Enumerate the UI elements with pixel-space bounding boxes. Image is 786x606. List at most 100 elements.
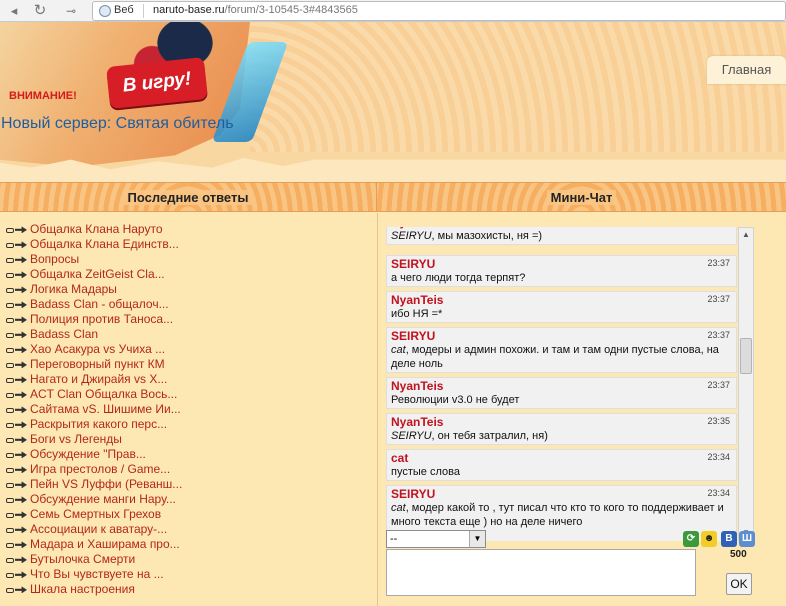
message-addressee: SEIRYU [391, 230, 432, 242]
reply-item: Переговорный пункт КМ [6, 357, 182, 372]
reply-topic-link[interactable]: Боги vs Легенды [30, 432, 122, 446]
latest-replies-title: Последние ответы [123, 190, 253, 205]
reply-topic-link[interactable]: Переговорный пункт КМ [30, 357, 165, 371]
reply-item: Обсуждение "Прав... [6, 447, 182, 462]
reply-topic-link[interactable]: Общалка ZeitGeist Cla... [30, 267, 165, 281]
message-text: cat, модер какой то , тут писал что кто … [391, 501, 732, 529]
message-input[interactable] [386, 549, 696, 596]
new-server-link[interactable]: Новый сервер: Святая обитель [1, 115, 234, 133]
reply-item: Что Вы чувствуете на ... [6, 567, 182, 582]
arrow-bullet-icon [6, 360, 30, 369]
tab-home[interactable]: Главная [707, 56, 786, 84]
banner-pattern [250, 22, 786, 152]
message-body: , модер какой то , тут писал что кто то … [391, 502, 724, 528]
message-body: Революции v3.0 не будет [391, 394, 520, 406]
reply-topic-link[interactable]: Вопросы [30, 252, 79, 266]
url-text[interactable]: naruto-base.ru/forum/3-10545-3#4843565 [153, 4, 358, 16]
globe-icon [99, 5, 111, 17]
message-body: а чего люди тогда терпят? [391, 272, 526, 284]
arrow-bullet-icon [6, 555, 30, 564]
message-text: ибо НЯ =* [391, 307, 732, 321]
reply-topic-link[interactable]: Нагато и Джирайя vs Х... [30, 372, 167, 386]
chat-scrollbar[interactable]: ▲ ▼ [738, 227, 754, 541]
reply-item: Badass Clan - общалоч... [6, 297, 182, 312]
reply-topic-link[interactable]: Обсуждение "Прав... [30, 447, 146, 461]
latest-replies-list: Общалка Клана Наруто Общалка Клана Единст… [6, 222, 182, 597]
reply-topic-link[interactable]: ACT Clan Общалка Вось... [30, 387, 177, 401]
arrow-bullet-icon [6, 270, 30, 279]
reply-topic-link[interactable]: Полиция против Таноса... [30, 312, 173, 326]
reply-item: ACT Clan Общалка Вось... [6, 387, 182, 402]
char-counter: 500 [730, 549, 747, 560]
arrow-bullet-icon [6, 315, 30, 324]
reply-topic-link[interactable]: Что Вы чувствуете на ... [30, 567, 164, 581]
reload-icon[interactable]: ↻ [32, 3, 48, 19]
reply-topic-link[interactable]: Логика Мадары [30, 282, 117, 296]
reply-item: Общалка Клана Наруто [6, 222, 182, 237]
scroll-up-icon[interactable]: ▲ [739, 228, 753, 242]
arrow-bullet-icon [6, 375, 30, 384]
chat-message: SEIRYU 23:37 cat, модеры и админ похожи. и… [386, 327, 737, 373]
reply-item: Badass Clan [6, 327, 182, 342]
arrow-bullet-icon [6, 525, 30, 534]
reply-topic-link[interactable]: Ассоциации к аватару-... [30, 522, 167, 536]
chevron-down-icon[interactable]: ▼ [469, 531, 485, 547]
chat-message: SEIRYU 23:37 а чего люди тогда терпят? [386, 255, 737, 287]
scheme-label: Веб [114, 4, 134, 16]
message-author[interactable]: SEIRYU [391, 329, 732, 343]
arrow-bullet-icon [6, 390, 30, 399]
reply-topic-link[interactable]: Семь Смертных Грехов [30, 507, 161, 521]
message-text: а чего люди тогда терпят? [391, 271, 732, 285]
settings-icon[interactable]: Ш [739, 531, 755, 547]
reply-topic-link[interactable]: Общалка Клана Наруто [30, 222, 163, 236]
browser-toolbar: ◂ ↻ ⊸ Веб naruto-base.ru/forum/3-10545-3… [0, 0, 786, 22]
message-text: Революции v3.0 не будет [391, 393, 732, 407]
arrow-bullet-icon [6, 255, 30, 264]
message-text: cat, модеры и админ похожи. и там и там … [391, 343, 732, 371]
arrow-bullet-icon [6, 240, 30, 249]
refresh-icon[interactable]: ⟳ [683, 531, 699, 547]
message-author[interactable]: NyanTeis [391, 293, 732, 307]
message-text: SEIRYU, он тебя затралил, ня) [391, 429, 732, 443]
reply-item: Хао Асакура vs Учиха ... [6, 342, 182, 357]
scroll-thumb[interactable] [740, 338, 752, 374]
reply-topic-link[interactable]: Обсуждение манги Нару... [30, 492, 176, 506]
message-author[interactable]: SEIRYU [391, 257, 732, 271]
key-icon[interactable]: ⊸ [60, 3, 82, 19]
reply-topic-link[interactable]: Общалка Клана Единств... [30, 237, 179, 251]
message-author[interactable]: cat [391, 451, 732, 465]
reply-topic-link[interactable]: Badass Clan - общалоч... [30, 297, 169, 311]
message-author[interactable]: SEIRYU [391, 487, 732, 501]
reply-topic-link[interactable]: Badass Clan [30, 327, 98, 341]
message-body: , мы мазохисты, ня =) [431, 230, 543, 242]
arrow-bullet-icon [6, 345, 30, 354]
back-icon[interactable]: ◂ [6, 3, 22, 19]
address-bar[interactable]: Веб naruto-base.ru/forum/3-10545-3#48435… [92, 1, 786, 21]
reply-topic-link[interactable]: Бутылочка Смерти [30, 552, 135, 566]
chat-message: NyanTeis 23:35 SEIRYU, он тебя затралил, н… [386, 413, 737, 445]
reply-topic-link[interactable]: Раскрытия какого перс... [30, 417, 167, 431]
ok-button[interactable]: OK [726, 573, 752, 595]
chat-message: NyanTeis 23:37 ибо НЯ =* [386, 291, 737, 323]
reply-topic-link[interactable]: Сайтама vS. Шишиме Ии... [30, 402, 181, 416]
smiley-icon[interactable]: ☻ [701, 531, 717, 547]
arrow-bullet-icon [6, 495, 30, 504]
message-time: 23:37 [707, 294, 730, 304]
message-author[interactable]: NyanTeis [391, 379, 732, 393]
reply-topic-link[interactable]: Шкала настроения [30, 582, 135, 596]
message-addressee: cat [391, 502, 406, 514]
reply-item: Общалка Клана Единств... [6, 237, 182, 252]
reply-item: Игра престолов / Game... [6, 462, 182, 477]
bold-icon[interactable]: B [721, 531, 737, 547]
chat-messages[interactable]: NyanTeis23:38SEIRYU, мы мазохисты, ня =)… [386, 227, 737, 541]
message-author[interactable]: NyanTeis [391, 415, 732, 429]
reply-topic-link[interactable]: Игра престолов / Game... [30, 462, 170, 476]
arrow-bullet-icon [6, 450, 30, 459]
reply-topic-link[interactable]: Пейн VS Луффи (Реванш... [30, 477, 182, 491]
mini-chat-title: Мини-Чат [546, 190, 617, 205]
reply-item: Боги vs Легенды [6, 432, 182, 447]
reply-topic-link[interactable]: Хао Асакура vs Учиха ... [30, 342, 165, 356]
smiles-select[interactable]: -- ▼ [386, 530, 486, 548]
site-banner: В игру! ВНИМАНИЕ! Новый сервер: Святая о… [0, 22, 786, 182]
reply-topic-link[interactable]: Мадара и Хаширама про... [30, 537, 180, 551]
